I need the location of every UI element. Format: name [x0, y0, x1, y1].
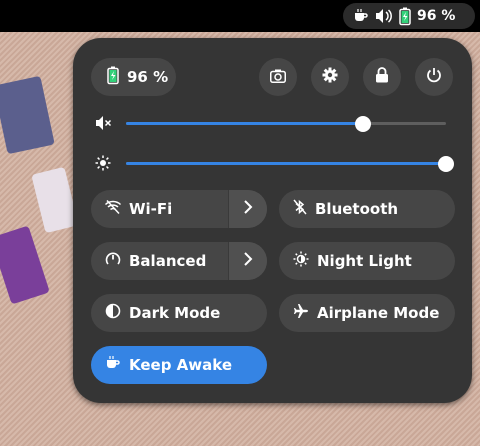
camera-icon [270, 68, 286, 87]
dark-mode-label: Dark Mode [129, 304, 221, 322]
keep-awake-label: Keep Awake [129, 356, 233, 374]
brightness-fill [126, 162, 446, 165]
brightness-handle[interactable] [438, 156, 454, 172]
night-light-toggle[interactable]: Night Light [279, 242, 455, 280]
power-mode-menu-button[interactable] [228, 242, 267, 280]
wifi-label: Wi-Fi [129, 200, 173, 218]
chevron-right-icon [244, 252, 253, 270]
bluetooth-off-icon [293, 199, 307, 219]
power-mode-toggle[interactable]: Balanced [91, 242, 267, 280]
power-button[interactable] [415, 58, 453, 96]
wifi-menu-button[interactable] [228, 190, 267, 228]
system-status-button[interactable]: 96 % [343, 3, 475, 29]
battery-charging-icon [399, 7, 411, 26]
gear-icon [322, 67, 338, 87]
wifi-toggle[interactable]: Wi-Fi [91, 190, 267, 228]
dark-mode-icon [105, 303, 121, 323]
desktop-item [0, 75, 55, 155]
airplane-icon [293, 303, 309, 323]
brightness-slider[interactable] [91, 151, 454, 175]
airplane-mode-label: Airplane Mode [317, 304, 440, 322]
screenshot-button[interactable] [259, 58, 297, 96]
battery-charging-icon [107, 66, 119, 88]
volume-icon [375, 8, 393, 24]
quick-settings-panel: 96 % Wi-Fi Bluetooth Balanced Night Ligh… [73, 38, 472, 403]
coffee-icon [353, 8, 369, 24]
volume-fill [126, 122, 363, 125]
power-mode-icon [105, 251, 121, 271]
battery-percent-label: 96 % [127, 68, 169, 86]
battery-button[interactable]: 96 % [91, 58, 176, 96]
power-mode-label: Balanced [129, 252, 207, 270]
top-bar: 96 % [0, 0, 480, 32]
desktop-item [31, 166, 79, 234]
dark-mode-toggle[interactable]: Dark Mode [91, 294, 267, 332]
settings-button[interactable] [311, 58, 349, 96]
brightness-icon [95, 155, 111, 175]
volume-track[interactable] [126, 116, 446, 132]
power-icon [426, 67, 442, 87]
night-light-label: Night Light [317, 252, 412, 270]
night-light-icon [293, 251, 309, 271]
brightness-track[interactable] [126, 156, 454, 172]
coffee-icon [105, 355, 121, 375]
lock-button[interactable] [363, 58, 401, 96]
airplane-mode-toggle[interactable]: Airplane Mode [279, 294, 455, 332]
keep-awake-toggle[interactable]: Keep Awake [91, 346, 267, 384]
volume-muted-icon[interactable] [95, 115, 112, 135]
topbar-battery-percent: 96 % [417, 8, 456, 24]
bluetooth-toggle[interactable]: Bluetooth [279, 190, 455, 228]
chevron-right-icon [244, 200, 253, 218]
desktop-item [0, 225, 50, 305]
volume-handle[interactable] [354, 116, 371, 132]
wifi-off-icon [104, 199, 122, 218]
bluetooth-label: Bluetooth [315, 200, 399, 218]
lock-icon [375, 67, 389, 87]
volume-slider[interactable] [91, 111, 454, 135]
